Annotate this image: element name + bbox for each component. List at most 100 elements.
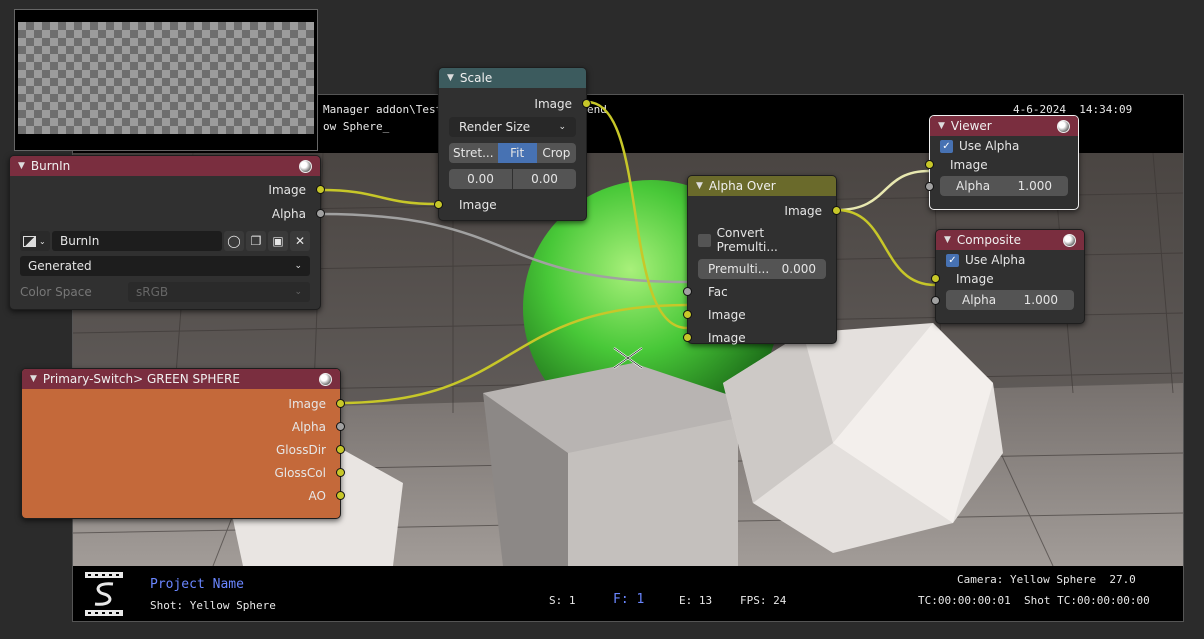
render-layers-output-glossdir: GlossDir <box>22 438 345 461</box>
alpha-label: Alpha <box>962 293 997 307</box>
collapse-chevron-icon[interactable]: ▼ <box>938 121 945 131</box>
scale-mode-crop[interactable]: Crop <box>536 143 576 163</box>
convert-premultiplied-label: Convert Premulti... <box>716 226 778 254</box>
color-space-select: sRGB ⌄ <box>128 282 310 302</box>
input-socket-icon[interactable] <box>931 274 940 283</box>
collapse-chevron-icon[interactable]: ▼ <box>447 73 454 83</box>
input-socket-icon[interactable] <box>434 200 443 209</box>
composite-use-alpha-checkbox[interactable]: ✓ Use Alpha <box>936 250 1084 267</box>
unlink-close-icon[interactable]: ✕ <box>290 231 310 251</box>
scale-offset-x[interactable]: 0.00 <box>449 169 512 189</box>
render-layers-node[interactable]: ▼ Primary-Switch> GREEN SPHERE Image Alp… <box>21 368 345 519</box>
node-preview-sphere-icon[interactable] <box>1063 233 1076 247</box>
scale-offset-y[interactable]: 0.00 <box>513 169 576 189</box>
checkmark-icon[interactable]: ✓ <box>946 253 959 267</box>
socket-label: Fac <box>708 284 728 299</box>
input-socket-icon[interactable] <box>931 296 940 305</box>
hud-fps: FPS: 24 <box>740 594 787 607</box>
viewer-node[interactable]: ▼ Viewer ✓ Use Alpha Image Alpha 1.000 <box>925 115 1079 210</box>
crosshair-cursor-icon <box>613 347 643 369</box>
socket-label: AO <box>308 488 326 503</box>
alpha-over-node-header[interactable]: ▼ Alpha Over <box>688 176 836 196</box>
output-socket-icon[interactable] <box>336 468 345 477</box>
composite-node-header[interactable]: ▼ Composite <box>936 230 1084 250</box>
viewer-use-alpha-checkbox[interactable]: ✓ Use Alpha <box>930 136 1078 153</box>
node-preview-sphere-icon[interactable] <box>299 159 312 173</box>
output-socket-icon[interactable] <box>316 185 325 194</box>
checkbox-unchecked-icon[interactable] <box>698 233 711 247</box>
duplicate-icon[interactable]: ❐ <box>246 231 266 251</box>
scale-mode-stretch[interactable]: Stret... <box>449 143 498 163</box>
alpha-over-node-title: Alpha Over <box>708 179 776 193</box>
input-socket-icon[interactable] <box>683 287 692 296</box>
socket-label: Image <box>708 307 746 322</box>
image-name-field[interactable]: BurnIn <box>52 231 222 251</box>
input-socket-icon[interactable] <box>683 333 692 342</box>
fake-user-shield-icon[interactable]: ◯ <box>224 231 244 251</box>
output-socket-icon[interactable] <box>336 491 345 500</box>
render-layers-output-alpha: Alpha <box>22 415 345 438</box>
alpha-value: 1.000 <box>1023 293 1058 307</box>
alpha-over-node[interactable]: ▼ Alpha Over Image Convert Premulti... P… <box>683 175 841 345</box>
socket-label: Image <box>950 157 988 172</box>
burnin-node-header[interactable]: ▼ BurnIn <box>10 156 320 176</box>
output-socket-icon[interactable] <box>336 399 345 408</box>
collapse-chevron-icon[interactable]: ▼ <box>944 235 951 245</box>
hud-path: Manager addon\Test <box>323 103 443 116</box>
alpha-over-input-image-1: Image <box>683 303 836 326</box>
scale-node[interactable]: ▼ Scale Image Render Size ⌄ Stret... Fit… <box>434 67 591 221</box>
convert-premultiplied-checkbox[interactable]: Convert Premulti... <box>688 222 836 254</box>
collapse-chevron-icon[interactable]: ▼ <box>30 374 37 384</box>
hud-frame-current: F: 1 <box>613 592 645 607</box>
checkmark-icon[interactable]: ✓ <box>940 139 953 153</box>
scale-node-title: Scale <box>459 71 493 85</box>
image-source-select[interactable]: Generated ⌄ <box>20 256 310 276</box>
socket-label: GlossCol <box>274 465 326 480</box>
hud-timecode: TC:00:00:00:01 Shot TC:00:00:00:00 <box>918 594 1150 607</box>
alpha-value: 1.000 <box>1017 179 1052 193</box>
burnin-node[interactable]: ▼ BurnIn Image Alpha ⌄ BurnIn ◯ ❐ ▣ ✕ Ge… <box>9 155 325 310</box>
composite-node[interactable]: ▼ Composite ✓ Use Alpha Image Alpha 1.00… <box>931 229 1085 324</box>
input-socket-icon[interactable] <box>925 182 934 191</box>
hud-project-name: Project Name <box>150 577 244 592</box>
output-socket-icon[interactable] <box>316 209 325 218</box>
viewer-node-header[interactable]: ▼ Viewer <box>930 116 1078 136</box>
render-layers-output-image: Image <box>22 392 345 415</box>
hud-shot: Shot: Yellow Sphere <box>150 599 276 612</box>
chevron-down-icon: ⌄ <box>558 122 566 132</box>
output-socket-icon[interactable] <box>336 422 345 431</box>
alpha-over-input-image-2: Image <box>683 326 836 349</box>
burnin-output-alpha: Alpha <box>10 202 325 225</box>
socket-label: Image <box>288 396 326 411</box>
scale-output-image: Image <box>439 92 591 115</box>
node-preview-sphere-icon[interactable] <box>1057 119 1070 133</box>
scale-mode-fit[interactable]: Fit <box>497 143 537 163</box>
film-logo-icon <box>85 572 123 616</box>
output-socket-icon[interactable] <box>336 445 345 454</box>
chevron-down-icon: ⌄ <box>294 287 302 297</box>
input-socket-icon[interactable] <box>683 310 692 319</box>
viewer-alpha-field[interactable]: Alpha 1.000 <box>940 176 1068 196</box>
node-preview-sphere-icon[interactable] <box>319 372 332 386</box>
alpha-over-output-image: Image <box>688 199 841 222</box>
output-socket-icon[interactable] <box>582 99 591 108</box>
transparency-checker <box>18 22 314 134</box>
folder-open-icon[interactable]: ▣ <box>268 231 288 251</box>
render-layers-node-header[interactable]: ▼ Primary-Switch> GREEN SPHERE <box>22 369 340 389</box>
input-socket-icon[interactable] <box>925 160 934 169</box>
socket-label: Image <box>784 203 822 218</box>
scale-node-header[interactable]: ▼ Scale <box>439 68 586 88</box>
render-layers-output-glosscol: GlossCol <box>22 461 345 484</box>
image-browse-button[interactable]: ⌄ <box>20 231 50 251</box>
scale-space-value: Render Size <box>459 120 531 134</box>
output-socket-icon[interactable] <box>832 206 841 215</box>
viewer-input-image: Image <box>925 153 1078 176</box>
scale-space-select[interactable]: Render Size ⌄ <box>449 117 576 137</box>
socket-label: GlossDir <box>276 442 326 457</box>
image-icon <box>23 235 36 247</box>
collapse-chevron-icon[interactable]: ▼ <box>696 181 703 191</box>
collapse-chevron-icon[interactable]: ▼ <box>18 161 25 171</box>
premultiplied-slider[interactable]: Premulti... 0.000 <box>698 259 826 279</box>
alpha-label: Alpha <box>956 179 991 193</box>
composite-alpha-field[interactable]: Alpha 1.000 <box>946 290 1074 310</box>
